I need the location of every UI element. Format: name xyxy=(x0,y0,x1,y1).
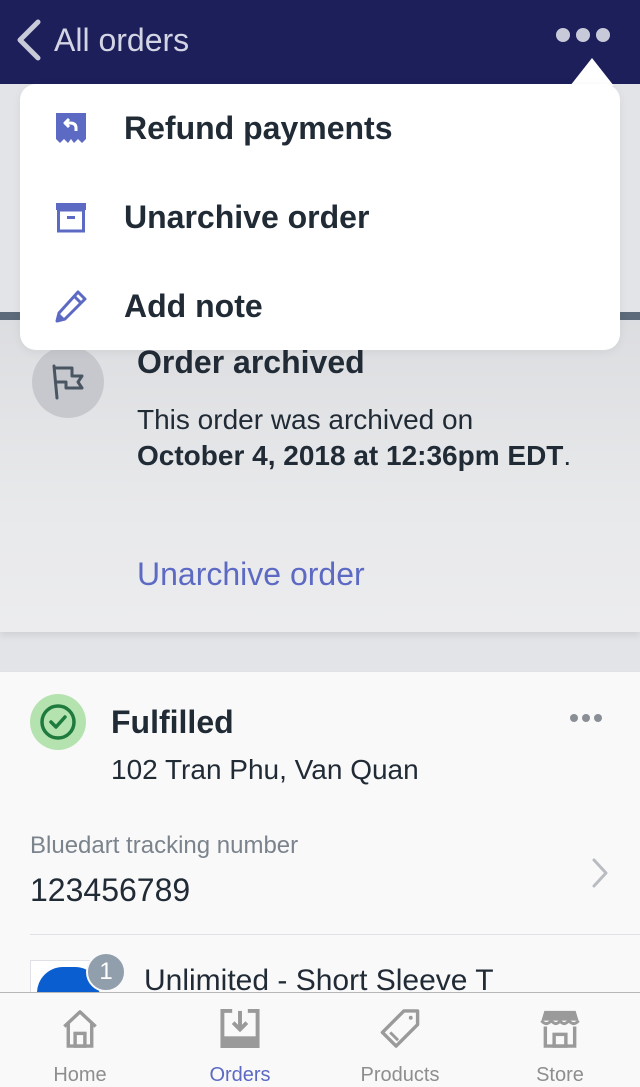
tracking-number-row[interactable]: Bluedart tracking number 123456789 xyxy=(30,832,610,920)
tab-products[interactable]: Products xyxy=(320,993,480,1087)
menu-item-label: Refund payments xyxy=(124,109,393,146)
more-actions-button[interactable] xyxy=(556,28,610,42)
tracking-label: Bluedart tracking number xyxy=(30,832,299,859)
actions-dropdown-menu: Refund payments Unarchive order Add note xyxy=(20,84,620,350)
tracking-number: 123456789 xyxy=(30,872,191,908)
tab-store[interactable]: Store xyxy=(480,993,640,1087)
archived-text-suffix: . xyxy=(563,440,572,471)
home-icon xyxy=(63,1010,97,1048)
tab-orders[interactable]: Orders xyxy=(160,993,320,1087)
order-archived-banner: Order archived This order was archived o… xyxy=(0,320,640,632)
menu-item-label: Add note xyxy=(124,287,263,324)
menu-item-label: Unarchive order xyxy=(124,198,370,235)
menu-item-unarchive-order[interactable]: Unarchive order xyxy=(20,173,620,261)
fulfillment-more-button[interactable] xyxy=(570,714,602,722)
dropdown-caret xyxy=(570,58,614,86)
archived-description: This order was archived on October 4, 20… xyxy=(137,402,577,474)
tag-icon xyxy=(380,1009,420,1048)
tab-label: Products xyxy=(360,1064,440,1086)
check-circle-icon xyxy=(30,694,86,750)
menu-item-refund-payments[interactable]: Refund payments xyxy=(20,84,620,172)
unarchive-order-link[interactable]: Unarchive order xyxy=(137,556,365,593)
bottom-tab-bar: Home Orders Products Store xyxy=(0,992,640,1087)
tab-label: Home xyxy=(53,1064,107,1086)
tab-home[interactable]: Home xyxy=(0,993,160,1087)
tab-label: Store xyxy=(536,1064,584,1086)
menu-item-add-note[interactable]: Add note xyxy=(20,262,620,350)
back-button[interactable]: All orders xyxy=(14,16,189,64)
chevron-left-icon xyxy=(17,19,41,61)
archive-box-icon xyxy=(54,200,88,234)
ellipsis-icon xyxy=(570,714,578,722)
flag-icon xyxy=(32,346,104,418)
ellipsis-icon xyxy=(556,28,570,42)
back-label: All orders xyxy=(54,21,190,58)
chevron-right-icon xyxy=(592,858,608,888)
line-item[interactable]: 1 Unlimited - Short Sleeve T xyxy=(30,952,640,992)
tab-label: Orders xyxy=(209,1064,271,1086)
fulfillment-address: 102 Tran Phu, Van Quan xyxy=(111,754,419,785)
line-item-title: Unlimited - Short Sleeve T xyxy=(144,964,494,992)
fulfillment-card: Fulfilled 102 Tran Phu, Van Quan Bluedar… xyxy=(0,671,640,1001)
divider xyxy=(30,934,640,935)
fulfillment-status: Fulfilled xyxy=(111,704,234,740)
receipt-refund-icon xyxy=(54,111,88,145)
archived-text-prefix: This order was archived on xyxy=(137,404,474,435)
orders-inbox-icon xyxy=(220,1008,260,1049)
archived-date: October 4, 2018 at 12:36pm EDT xyxy=(137,440,564,471)
pencil-icon xyxy=(54,289,88,323)
store-icon xyxy=(540,1010,580,1048)
navigation-bar: All orders xyxy=(0,0,640,84)
quantity-badge: 1 xyxy=(86,952,126,992)
